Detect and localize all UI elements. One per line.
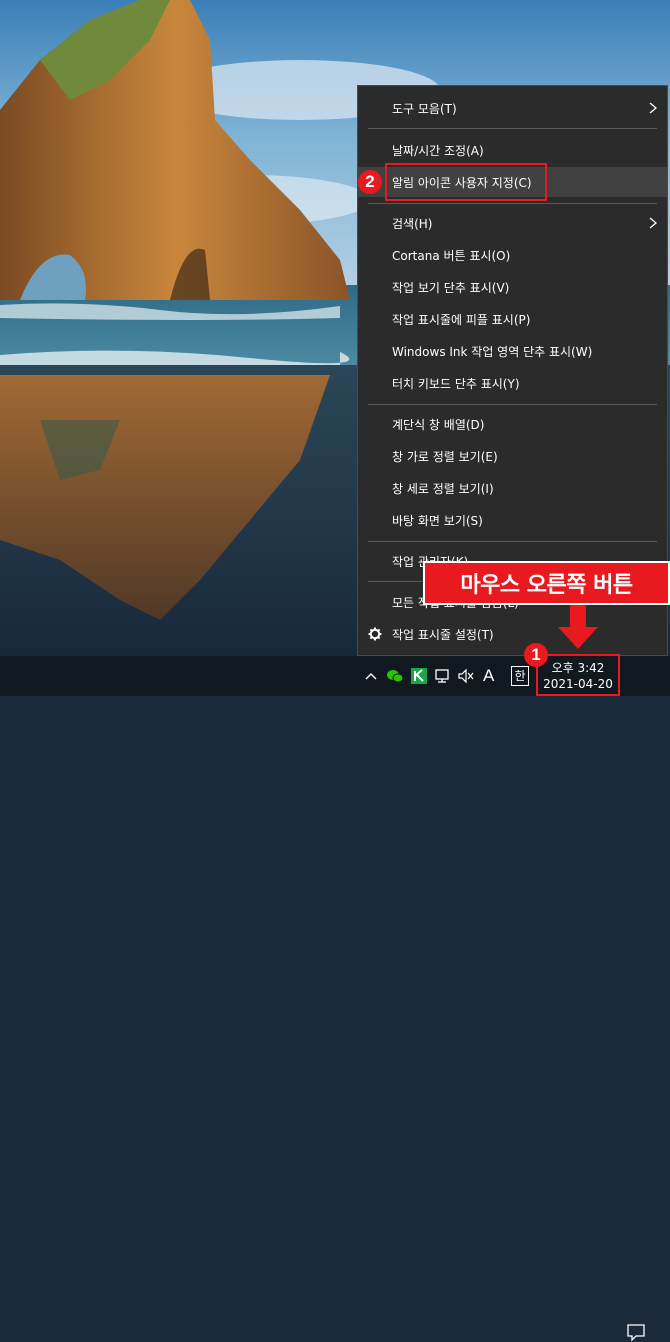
wechat-icon[interactable] <box>386 666 404 686</box>
volume-mute-icon[interactable] <box>457 666 475 686</box>
menu-item-show-people[interactable]: 작업 표시줄에 피플 표시(P) <box>358 304 667 334</box>
menu-item-search[interactable]: 검색(H) <box>358 208 667 238</box>
menu-item-show-windows-ink-button[interactable]: Windows Ink 작업 영역 단추 표시(W) <box>358 336 667 366</box>
right-click-callout: 마우스 오른쪽 버튼 <box>425 563 668 603</box>
step-1-badge: 1 <box>524 643 548 667</box>
menu-separator <box>368 203 657 204</box>
ime-mode-indicator[interactable]: A <box>483 666 494 686</box>
chevron-right-icon <box>649 102 658 114</box>
step-1-highlight-box <box>536 654 620 696</box>
menu-item-show-desktop[interactable]: 바탕 화면 보기(S) <box>358 505 667 535</box>
menu-item-show-touch-keyboard-button[interactable]: 터치 키보드 단추 표시(Y) <box>358 368 667 398</box>
menu-item-toolbars[interactable]: 도구 모음(T) <box>358 93 667 123</box>
menu-separator <box>368 404 657 405</box>
menu-item-cascade-windows[interactable]: 계단식 창 배열(D) <box>358 409 667 439</box>
notification-icon[interactable] <box>626 1322 646 1342</box>
chevron-up-icon[interactable] <box>362 666 380 686</box>
menu-item-show-task-view-button[interactable]: 작업 보기 단추 표시(V) <box>358 272 667 302</box>
menu-item-taskbar-settings[interactable]: 작업 표시줄 설정(T) <box>358 619 667 649</box>
menu-item-show-windows-side-by-side[interactable]: 창 세로 정렬 보기(I) <box>358 473 667 503</box>
chevron-right-icon <box>649 217 658 229</box>
down-arrow-icon <box>558 605 598 649</box>
menu-separator <box>368 541 657 542</box>
gear-icon <box>368 627 382 641</box>
step-2-badge: 2 <box>358 170 382 194</box>
step-2-highlight-box <box>385 163 547 201</box>
ime-language-indicator[interactable]: 한 <box>511 666 529 686</box>
menu-item-show-cortana-button[interactable]: Cortana 버튼 표시(O) <box>358 240 667 270</box>
green-app-icon[interactable] <box>410 666 428 686</box>
menu-item-show-windows-stacked[interactable]: 창 가로 정렬 보기(E) <box>358 441 667 471</box>
network-icon[interactable] <box>434 666 452 686</box>
menu-separator <box>368 128 657 129</box>
menu-item-adjust-date-time[interactable]: 날짜/시간 조정(A) <box>358 135 667 165</box>
